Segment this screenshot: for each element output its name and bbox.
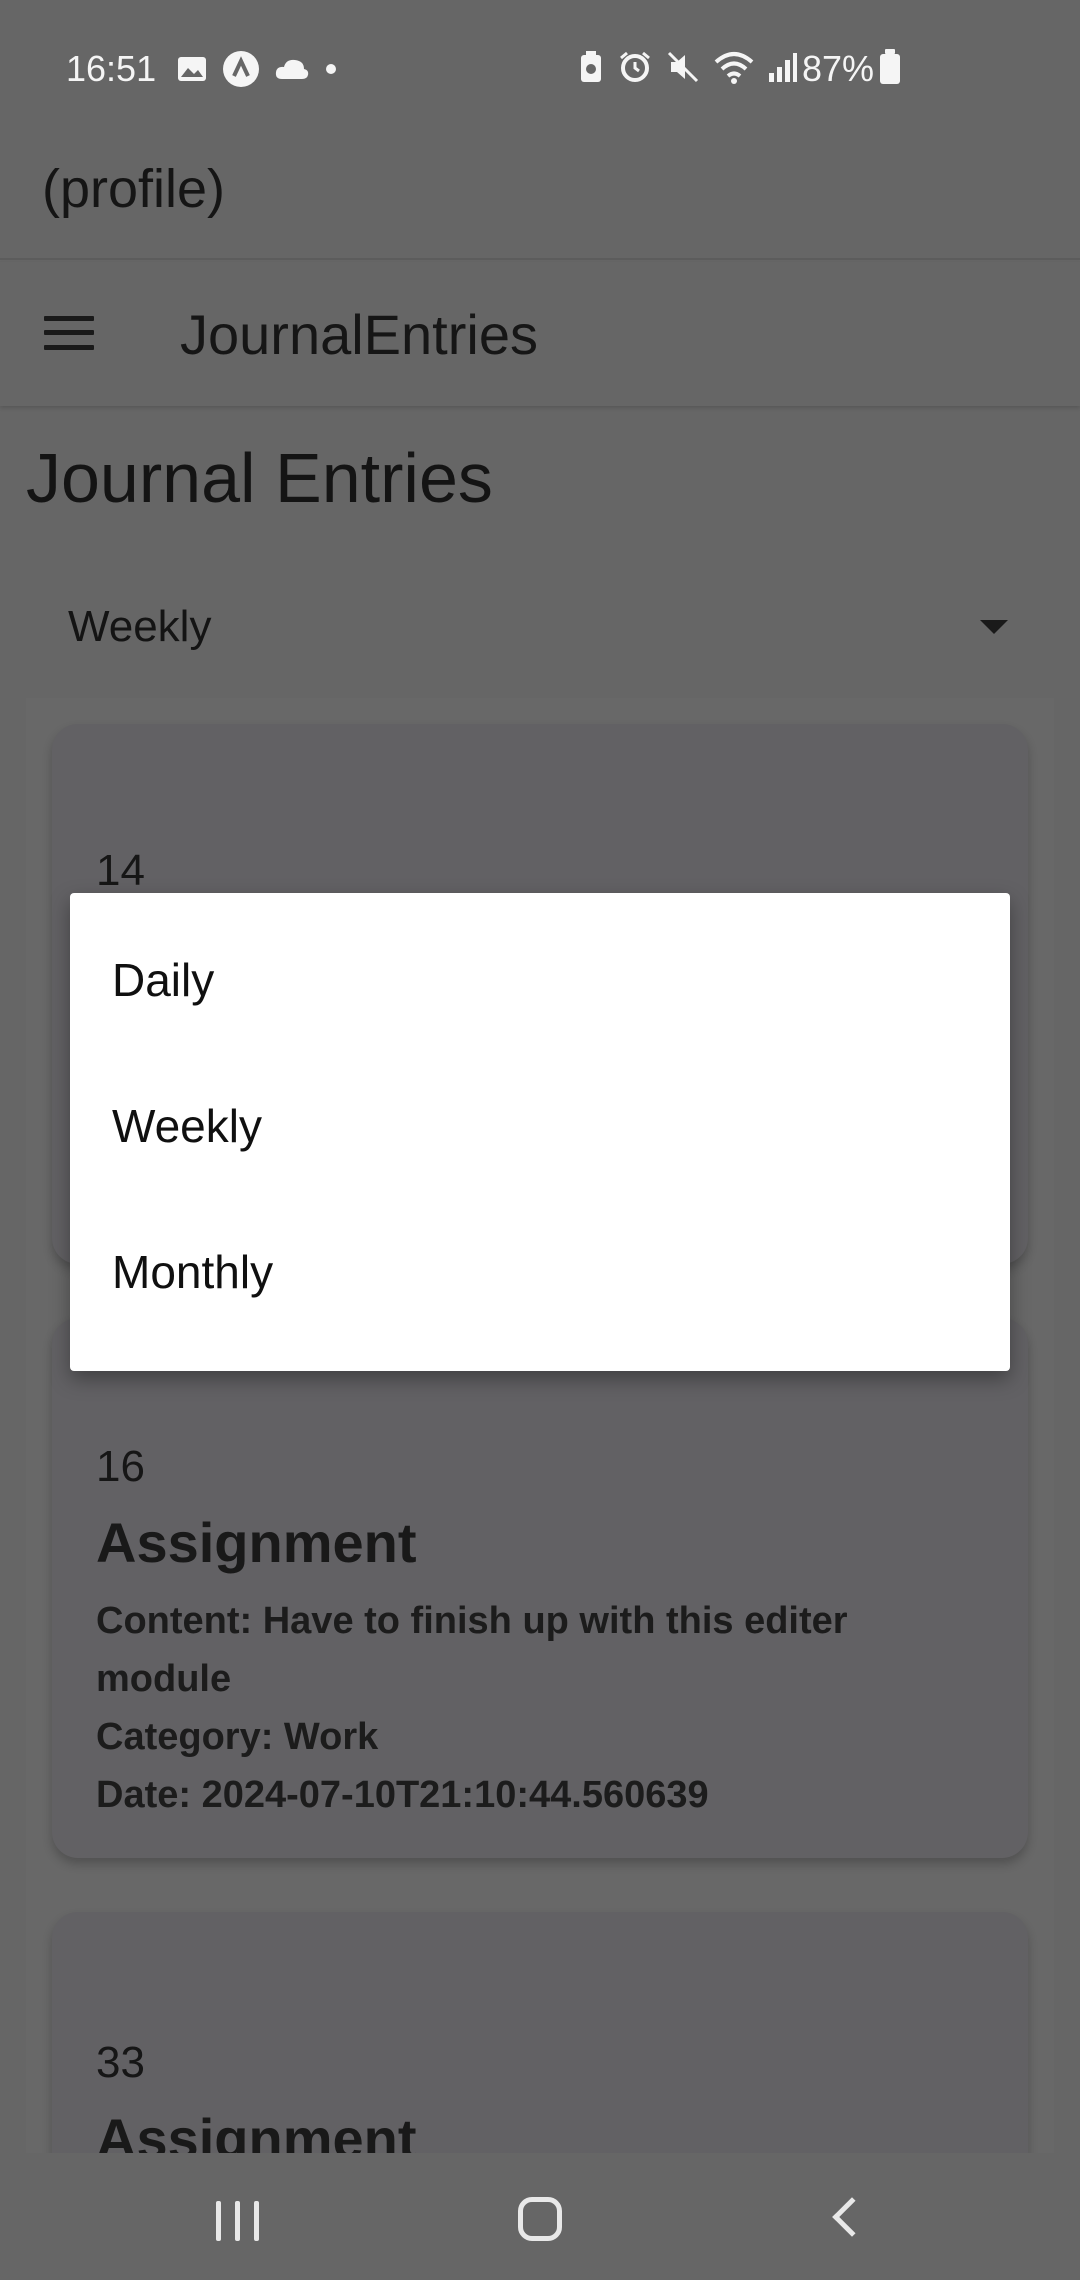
battery-icon [880,49,900,84]
recents-icon[interactable] [216,2201,260,2241]
system-navigation-bar [0,2153,1080,2280]
dropdown-option-label: Weekly [112,1100,262,1152]
dropdown-option-monthly[interactable]: Monthly [70,1201,1010,1347]
gallery-icon [178,57,206,81]
status-time: 16:51 [66,48,157,89]
app-bar-title: JournalEntries [180,303,538,366]
mute-icon [667,51,699,83]
profile-title: (profile) [42,159,226,219]
entry-title: Assignment [96,2107,417,2153]
dropdown-option-label: Daily [112,954,215,1006]
journal-entry-card[interactable]: 16 Assignment Content: Have to finish up… [52,1318,1028,1858]
dot-icon [326,64,336,74]
notification-icons [176,50,338,88]
entry-category: Category: Work [96,1716,379,1758]
entry-id: 16 [96,1442,145,1491]
journal-entry-card[interactable]: 33 Assignment [52,1912,1028,2153]
app-icon [223,51,259,87]
period-dropdown-menu: Daily Weekly Monthly [70,893,1010,1371]
battery-percent: 87% [802,48,875,89]
alarm-icon [620,51,650,82]
dropdown-option-label: Monthly [112,1246,274,1298]
app-bar: JournalEntries [0,262,1080,406]
dropdown-option-daily[interactable]: Daily [70,909,1010,1055]
page-title: Journal Entries [26,439,493,517]
system-icons [578,50,798,84]
battery-saver-icon [581,51,601,82]
home-icon[interactable] [518,2197,562,2241]
entry-date: Date: 2024-07-10T21:10:44.560639 [96,1774,709,1816]
entry-id: 33 [96,2038,145,2087]
signal-icon [769,53,797,82]
profile-bar: (profile) [0,130,1080,260]
hamburger-icon[interactable] [44,316,94,350]
entry-id: 14 [96,846,145,895]
back-icon[interactable] [832,2197,872,2237]
entry-title: Assignment [96,1511,417,1574]
period-filter-select[interactable]: Weekly [44,570,1030,680]
dropdown-option-weekly[interactable]: Weekly [70,1055,1010,1201]
period-filter-value: Weekly [68,602,212,651]
chevron-down-icon [980,620,1008,634]
wifi-icon [714,52,754,84]
entry-content: Content: Have to finish up with this edi… [96,1600,848,1700]
cloud-icon [275,59,309,79]
status-bar: 16:51 87% [0,0,1080,130]
